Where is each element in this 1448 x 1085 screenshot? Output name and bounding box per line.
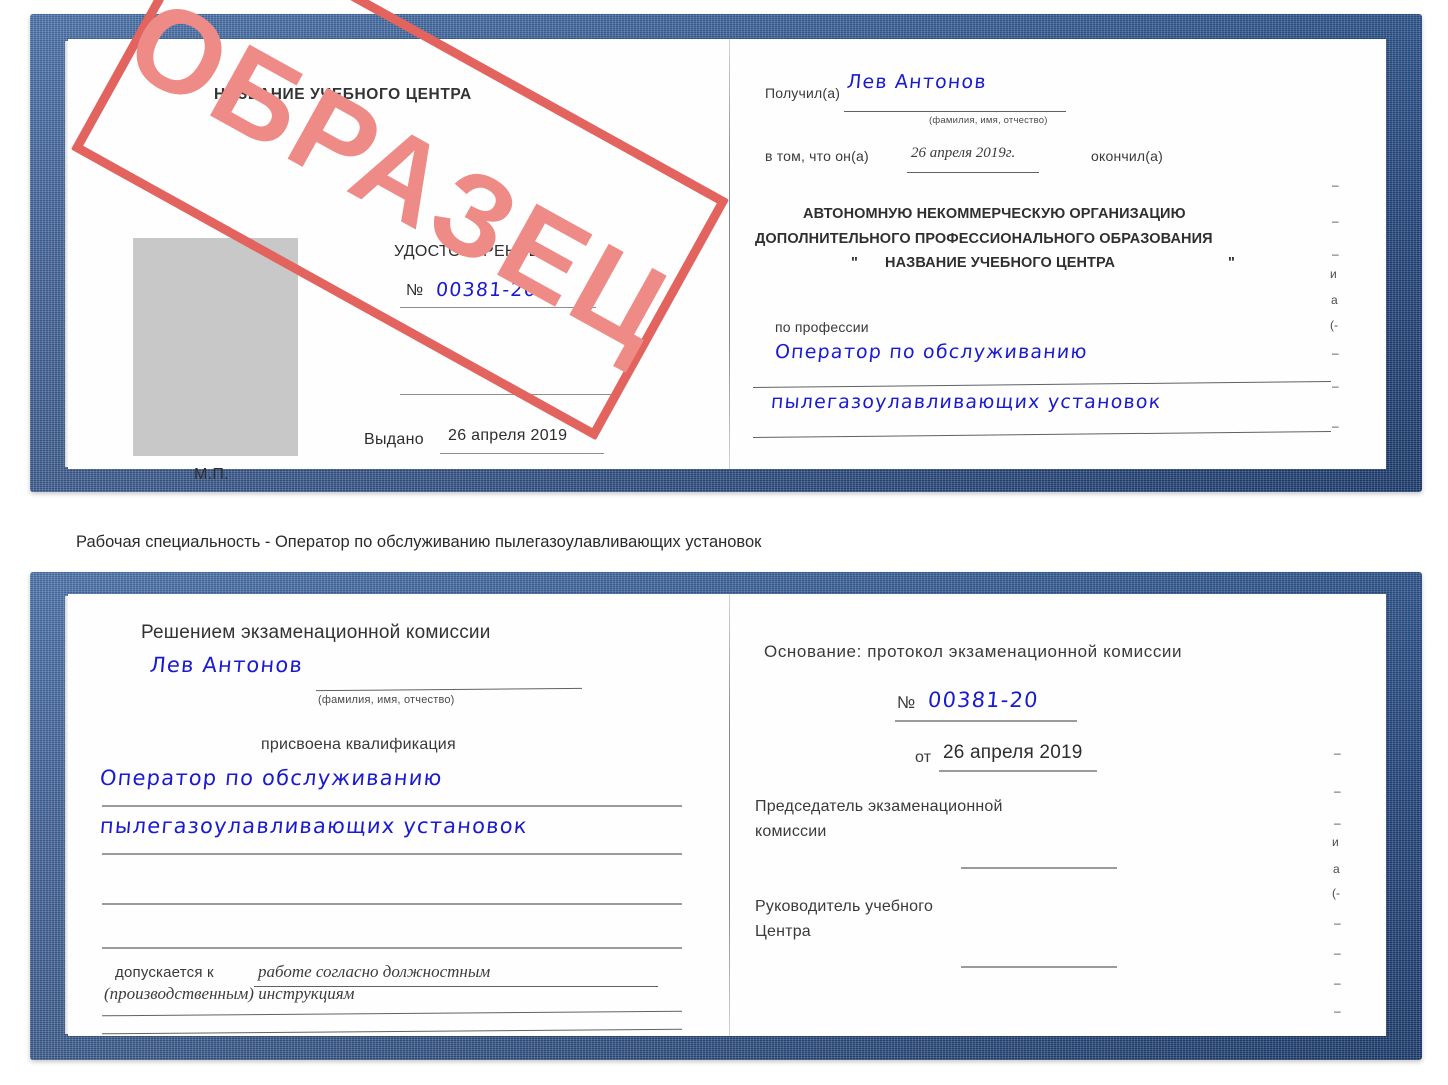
issued-label: Выдано [364,431,424,448]
admitted-rule-2 [102,1010,682,1017]
organization-quote-close: " [1228,255,1235,271]
edge-fragment-0: – [1332,178,1339,192]
certificate-number-value: 00381-20 [435,279,539,301]
basis-label: Основание: протокол экзаменационной коми… [764,642,1183,661]
seal-mark-label: М.П. [194,466,229,483]
finished-label: окончил(а) [1091,148,1163,164]
profession-label: по профессии [775,319,869,335]
edge-fragment-1: – [1334,784,1341,798]
edge-fragment-9: – [1334,1004,1341,1018]
protocol-date-rule [939,770,1097,772]
organization-quote-open: " [851,255,858,271]
certificate-2-left-page: Решением экзаменационной комиссии Лев Ан… [68,594,729,1036]
edge-fragment-6: – [1334,916,1341,930]
that-rule [907,172,1039,173]
profession-value-line-2: пылегазоулавливающих установок [770,391,1163,413]
document-title: УДОСТОВЕРЕНИЕ [394,243,540,260]
qualification-rule-3 [102,903,682,905]
received-hint: (фамилия, имя, отчество) [929,115,1048,126]
certificate-1-left-page: НАЗВАНИЕ УЧЕБНОГО ЦЕНТРА УДОСТОВЕРЕНИЕ №… [68,39,729,483]
edge-fragment-7: – [1332,379,1339,393]
edge-fragment-1: – [1332,214,1339,228]
edge-fragment-2: – [1332,247,1339,261]
received-label: Получил(а) [765,85,841,101]
edge-fragment-4: а [1333,862,1340,876]
certificate-1: НАЗВАНИЕ УЧЕБНОГО ЦЕНТРА УДОСТОВЕРЕНИЕ №… [30,14,1422,492]
commission-name-hint: (фамилия, имя, отчество) [318,694,455,706]
training-center-name-heading: НАЗВАНИЕ УЧЕБНОГО ЦЕНТРА [214,86,472,103]
chairman-label-line-1: Председатель экзаменационной [755,798,1003,815]
qualification-rule-1 [102,805,682,807]
chairman-label-line-2: комиссии [755,823,827,840]
head-label-line-2: Центра [755,923,811,940]
qualification-label: присвоена квалификация [261,736,456,753]
protocol-date-value: 26 апреля 2019 [943,742,1083,763]
qualification-rule-2 [102,853,682,855]
number-label: № [406,282,424,299]
that-label: в том, что он(а) [765,148,869,164]
edge-fragment-3: и [1330,267,1337,281]
edge-fragment-8: – [1332,419,1339,433]
chairman-signature-rule [961,867,1117,869]
edge-fragment-5: (- [1332,886,1340,900]
profession-rule-2 [753,430,1331,439]
organization-line-2: ДОПОЛНИТЕЛЬНОГО ПРОФЕССИОНАЛЬНОГО ОБРАЗО… [755,231,1213,247]
head-signature-rule [961,966,1117,968]
certificate-1-right-page: Получил(а) Лев Антонов (фамилия, имя, от… [731,39,1386,469]
number-rule [400,307,596,308]
admitted-value-line-1: работе согласно должностным [258,962,491,981]
organization-line-3: НАЗВАНИЕ УЧЕБНОГО ЦЕНТРА [885,255,1116,271]
edge-fragment-5: (- [1330,318,1338,332]
protocol-date-label: от [915,749,932,766]
admitted-label: допускается к [115,964,214,981]
received-name-value: Лев Антонов [846,71,988,93]
qualification-value-line-2: пылегазоулавливающих установок [98,814,529,838]
protocol-number-value: 00381-20 [926,688,1040,712]
edge-fragment-6: – [1332,346,1339,360]
qualification-rule-4 [102,947,682,949]
admitted-value-line-2: (производственным) инструкциям [104,984,355,1003]
issued-date-value: 26 апреля 2019 [448,427,568,444]
edge-fragment-0: – [1334,746,1341,760]
received-rule [844,111,1066,112]
certificate-1-fold [729,39,730,469]
qualification-value-line-1: Оператор по обслуживанию [98,766,444,790]
commission-decision-heading: Решением экзаменационной комиссии [141,622,491,643]
certificate-2: Решением экзаменационной комиссии Лев Ан… [30,572,1422,1060]
profession-rule-1 [753,380,1331,389]
page-caption: Рабочая специальность - Оператор по обсл… [76,533,762,551]
commission-name-value: Лев Антонов [148,653,305,677]
edge-fragment-2: – [1334,816,1341,830]
edge-fragment-7: – [1334,946,1341,960]
photo-placeholder [133,238,298,456]
certificate-2-right-page: Основание: протокол экзаменационной коми… [731,594,1386,1036]
blank-rule-1 [400,394,616,395]
edge-fragment-4: а [1331,293,1338,307]
certificate-1-pages: НАЗВАНИЕ УЧЕБНОГО ЦЕНТРА УДОСТОВЕРЕНИЕ №… [65,39,1386,483]
certificate-2-pages: Решением экзаменационной комиссии Лев Ан… [65,594,1386,1036]
edge-fragment-8: – [1334,976,1341,990]
organization-line-1: АВТОНОМНУЮ НЕКОММЕРЧЕСКУЮ ОРГАНИЗАЦИЮ [803,206,1186,222]
edge-fragment-3: и [1332,835,1339,849]
admitted-rule-3 [102,1028,682,1035]
protocol-number-label: № [897,693,916,712]
protocol-number-rule [895,720,1077,722]
certificate-2-fold [729,594,730,1036]
completion-date-value: 26 апреля 2019г. [911,145,1016,161]
commission-name-rule [316,687,582,692]
issued-rule [440,453,604,454]
head-label-line-1: Руководитель учебного [755,898,934,915]
profession-value-line-1: Оператор по обслуживанию [774,341,1089,363]
